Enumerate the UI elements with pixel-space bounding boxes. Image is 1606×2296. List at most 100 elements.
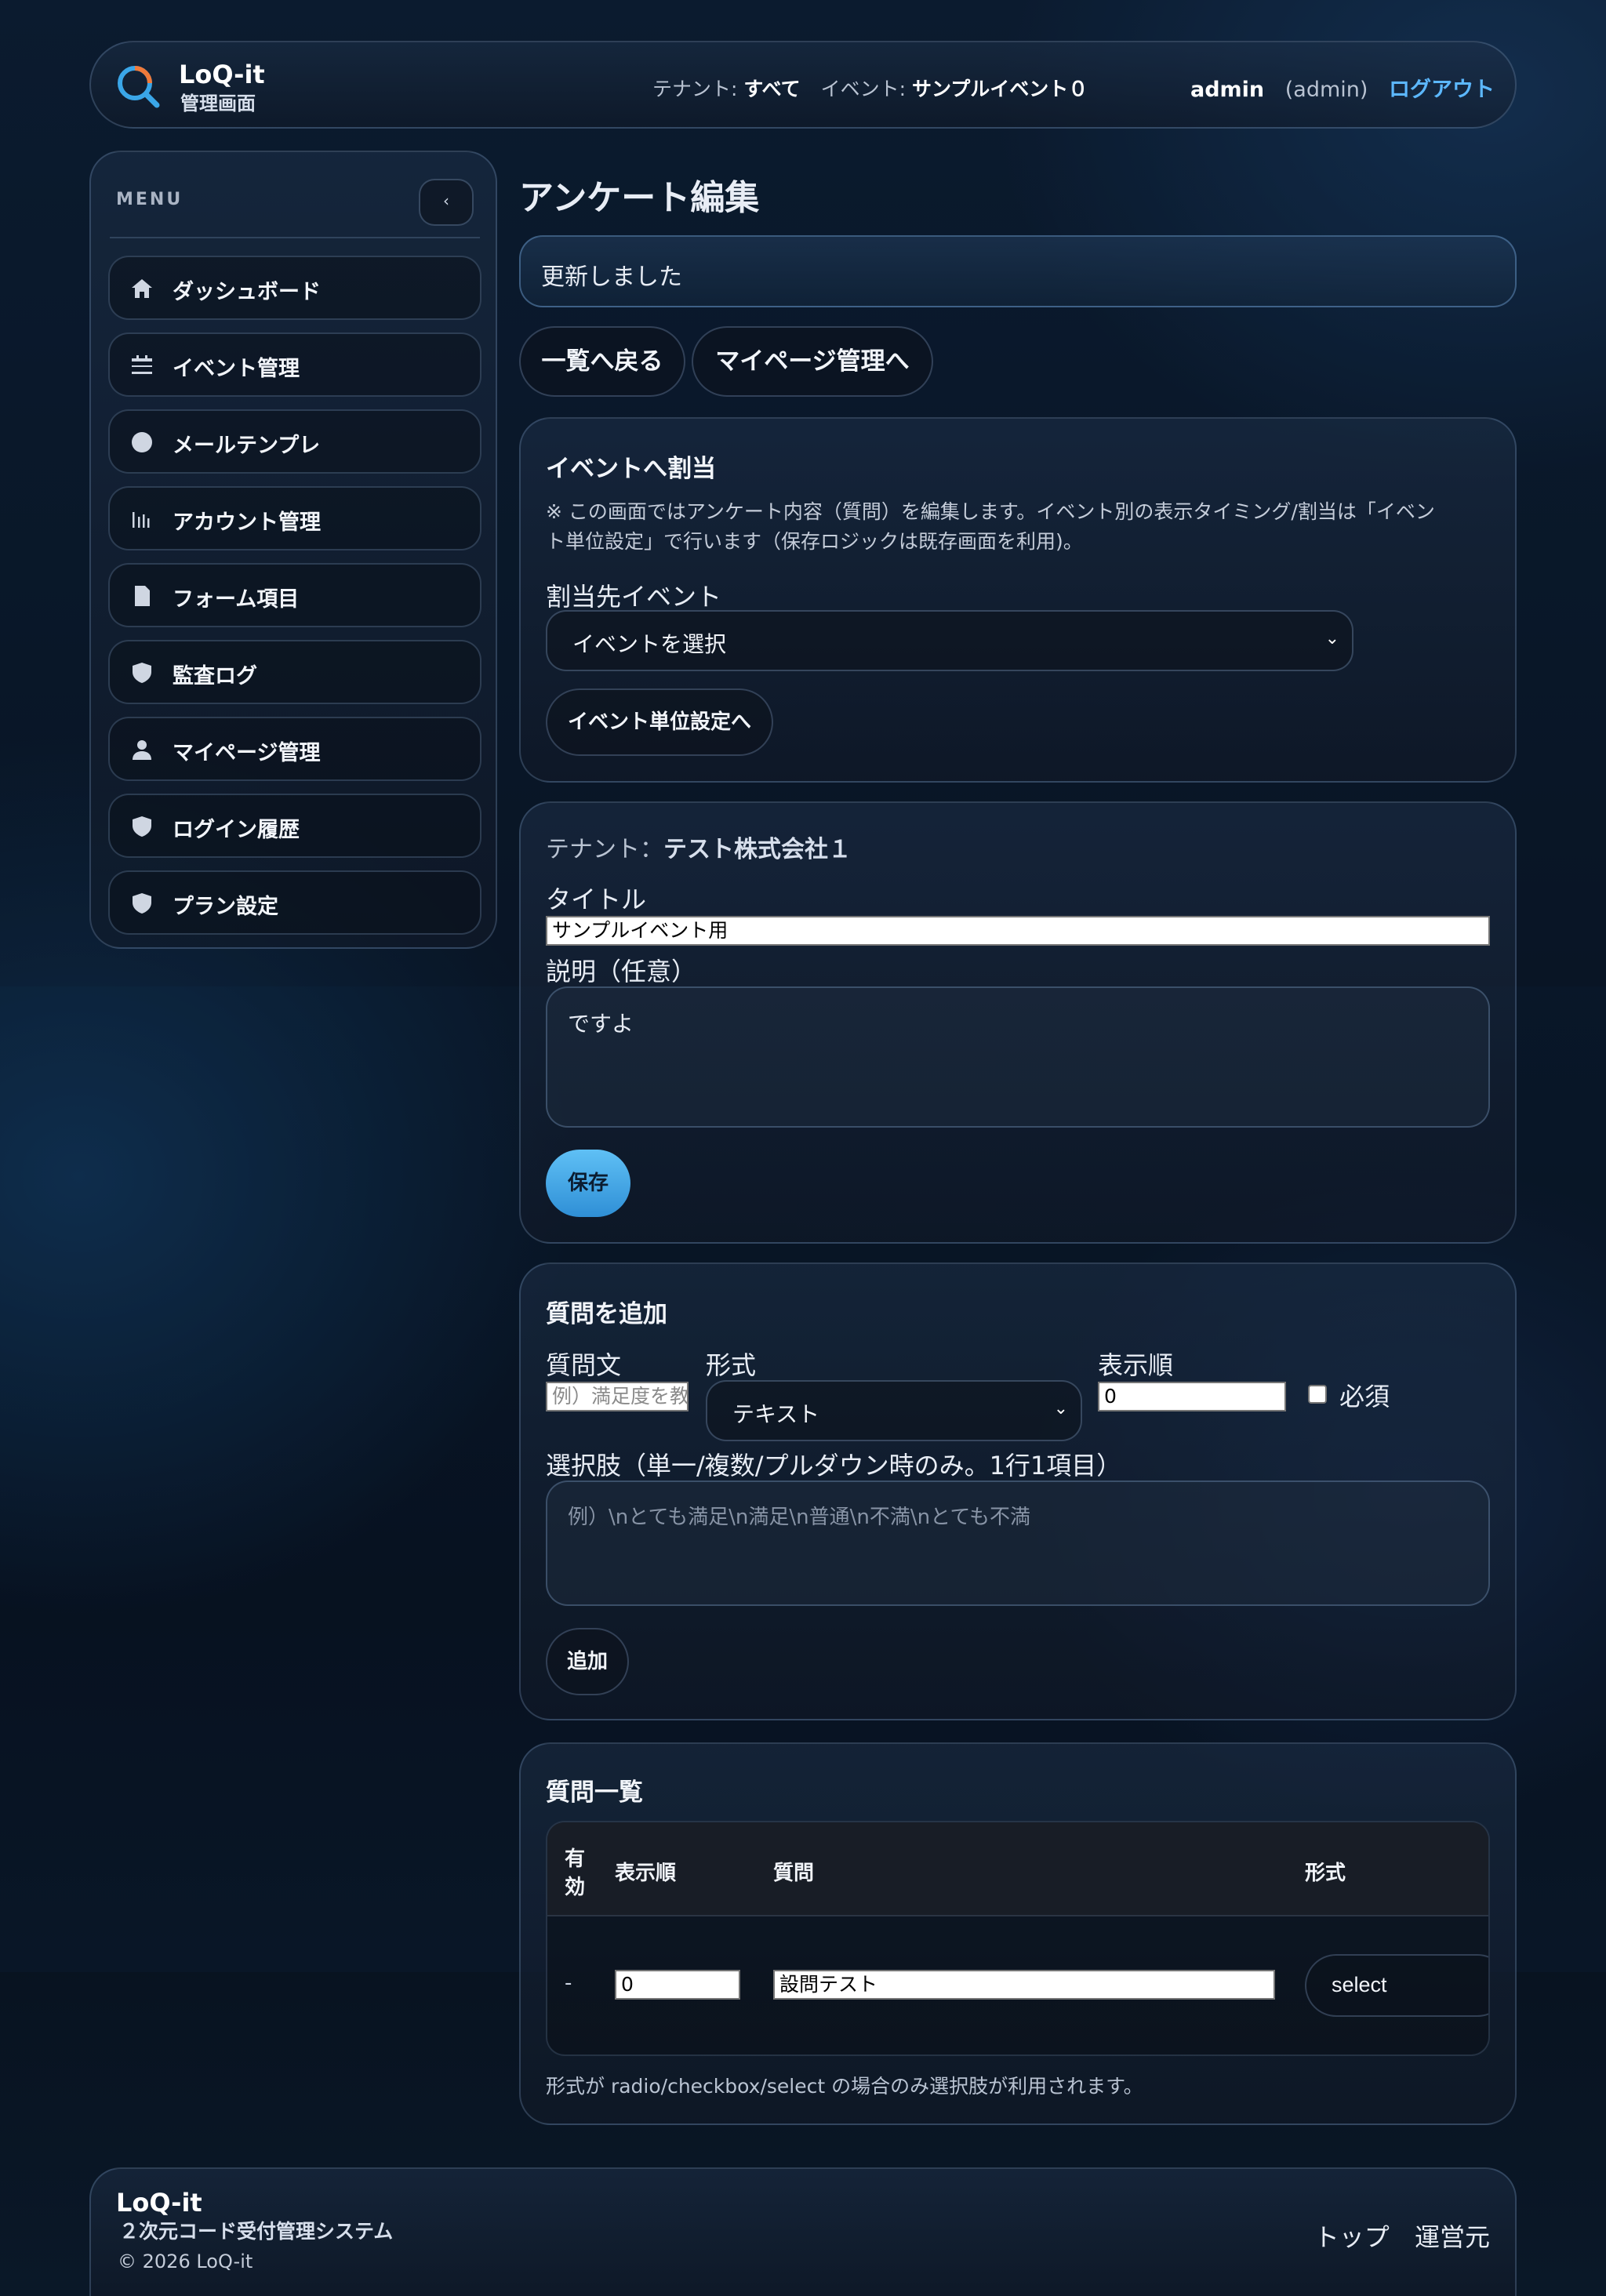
tenant-info-value: テスト株式会社１: [663, 836, 852, 863]
event-label: イベント:: [820, 78, 907, 100]
app-subtitle: 管理画面: [180, 93, 256, 114]
type-select-value: テキスト: [732, 1401, 820, 1427]
assign-note-line2: ト単位設定」で行います（保存ロジックは既存画面を利用)。: [546, 530, 1083, 553]
title-label: タイトル: [546, 885, 647, 914]
sidebar-item-label: マイページ管理: [173, 741, 321, 765]
mypage-management-button[interactable]: マイページ管理へ: [692, 326, 933, 397]
order-input[interactable]: 0: [1098, 1382, 1286, 1411]
user-name: admin: [1190, 78, 1265, 102]
title-input[interactable]: サンプルイベント用: [546, 916, 1490, 946]
sidebar-item-dashboard[interactable]: ダッシュボード: [108, 256, 481, 320]
menu-label: MENU: [116, 190, 183, 209]
shield-icon: [133, 663, 151, 683]
col-order: 表示順: [615, 1862, 677, 1885]
chevron-down-icon: ⌄: [1324, 629, 1339, 648]
sidebar-item-label: イベント管理: [173, 357, 300, 381]
flash-text: 更新しました: [541, 263, 682, 291]
options-textarea[interactable]: 例）\nとても満足\n満足\n普通\n不満\nとても不満: [546, 1480, 1490, 1606]
sidebar-collapse-button[interactable]: ‹: [419, 179, 474, 226]
sidebar-item-mail-templates[interactable]: メールテンプレ: [108, 409, 481, 474]
sidebar-item-label: メールテンプレ: [173, 434, 321, 458]
row-enabled: -: [565, 1971, 572, 1995]
sidebar-item-audit-log[interactable]: 監査ログ: [108, 640, 481, 704]
assign-note-line1: ※ この画面ではアンケート内容（質問）を編集します。イベント別の表示タイミング/…: [546, 500, 1435, 523]
event-settings-button[interactable]: イベント単位設定へ: [546, 688, 773, 756]
col-enabled-2: 効: [565, 1876, 586, 1899]
footer-subtitle: ２次元コード受付管理システム: [119, 2220, 394, 2243]
sidebar-item-login-history[interactable]: ログイン履歴: [108, 794, 481, 858]
tenant-info-label: テナント：: [546, 836, 663, 863]
logo-search-icon: [118, 66, 160, 108]
footer: LoQ-it ２次元コード受付管理システム © 2026 LoQ-it トップ …: [89, 2167, 1517, 2296]
bar-chart-icon: [133, 512, 150, 528]
chevron-down-icon: ⌄: [1053, 1399, 1068, 1419]
tenant-value: すべて: [743, 78, 801, 100]
sidebar-item-label: フォーム項目: [173, 587, 300, 612]
circle-icon: [132, 432, 152, 452]
col-enabled-1: 有: [565, 1847, 586, 1871]
sidebar-item-label: プラン設定: [173, 895, 278, 919]
row-type-value: select: [1332, 1973, 1387, 1996]
question-text-input[interactable]: 例）満足度を教: [546, 1382, 689, 1411]
top-header: LoQ-it 管理画面 テナント: すべて イベント: サンプルイベント０ ad…: [89, 41, 1517, 129]
row-order-input[interactable]: 0: [615, 1970, 740, 2000]
required-checkbox[interactable]: [1308, 1385, 1327, 1404]
document-icon: [135, 586, 150, 606]
shield-icon: [133, 816, 151, 837]
order-label: 表示順: [1098, 1350, 1174, 1380]
context-info: テナント: すべて イベント: サンプルイベント０: [652, 74, 1088, 102]
user-area: admin (admin) ログアウト: [1190, 72, 1495, 103]
assign-card-title: イベントへ割当: [546, 455, 716, 483]
question-text-label: 質問文: [546, 1350, 622, 1380]
footer-title: LoQ-it: [116, 2188, 202, 2218]
page-title: アンケート編集: [519, 178, 760, 218]
sidebar-item-label: 監査ログ: [173, 664, 257, 688]
assign-event-select[interactable]: イベントを選択 ⌄: [546, 610, 1353, 671]
user-icon: [133, 740, 151, 760]
options-placeholder: 例）\nとても満足\n満足\n普通\n不満\nとても不満: [568, 1506, 1031, 1529]
logout-link[interactable]: ログアウト: [1389, 78, 1495, 102]
shield-icon: [133, 893, 151, 914]
sidebar: MENU ‹ ダッシュボード イベント管理 メールテンプレ アカウント管理 フォ…: [89, 151, 497, 949]
tenant-info: テナント：テスト株式会社１: [546, 830, 852, 864]
description-text: ですよ: [568, 1011, 634, 1037]
tenant-label: テナント:: [652, 78, 738, 100]
back-to-list-button[interactable]: 一覧へ戻る: [519, 326, 685, 397]
sidebar-item-form-fields[interactable]: フォーム項目: [108, 563, 481, 627]
row-type-select[interactable]: select: [1305, 1954, 1488, 2017]
save-button[interactable]: 保存: [546, 1150, 630, 1217]
assign-event-label: 割当先イベント: [546, 582, 722, 612]
home-icon: [132, 279, 152, 298]
type-select[interactable]: テキスト ⌄: [706, 1380, 1082, 1441]
footer-link-top[interactable]: トップ: [1314, 2222, 1390, 2252]
sidebar-item-label: ダッシュボード: [173, 280, 321, 304]
question-list-title: 質問一覧: [546, 1778, 643, 1807]
footer-copyright: © 2026 LoQ-it: [118, 2251, 253, 2272]
type-label: 形式: [706, 1350, 757, 1380]
question-table: 有 効 表示順 質問 形式 - 0 設問テスト select: [546, 1821, 1490, 2056]
sidebar-item-mypage[interactable]: マイページ管理: [108, 717, 481, 781]
sidebar-item-plan-settings[interactable]: プラン設定: [108, 870, 481, 935]
footer-link-operator[interactable]: 運営元: [1415, 2222, 1490, 2252]
sidebar-item-label: ログイン履歴: [173, 818, 300, 842]
flash-message: 更新しました: [519, 235, 1517, 307]
calendar-icon: [132, 355, 152, 374]
row-question-input[interactable]: 設問テスト: [773, 1970, 1275, 2000]
sidebar-item-label: アカウント管理: [173, 510, 321, 535]
description-textarea[interactable]: ですよ: [546, 986, 1490, 1128]
footer-links: トップ 運営元: [1314, 2218, 1490, 2254]
sidebar-item-events[interactable]: イベント管理: [108, 332, 481, 397]
menu-divider: [110, 237, 480, 238]
table-header: 有 効 表示順 質問 形式: [547, 1822, 1488, 1916]
col-question: 質問: [773, 1862, 815, 1885]
required-label: 必須: [1339, 1382, 1390, 1411]
event-value: サンプルイベント０: [912, 78, 1088, 100]
add-question-button[interactable]: 追加: [546, 1628, 629, 1695]
sidebar-item-accounts[interactable]: アカウント管理: [108, 486, 481, 550]
type-footnote: 形式が radio/checkbox/select の場合のみ選択肢が利用されま…: [546, 2075, 1143, 2098]
add-question-title: 質問を追加: [546, 1300, 667, 1328]
options-label: 選択肢（単一/複数/プルダウン時のみ。1行1項目）: [546, 1451, 1122, 1480]
app-name: LoQ-it: [179, 60, 265, 89]
col-type: 形式: [1305, 1862, 1346, 1885]
assign-event-select-value: イベントを選択: [572, 631, 727, 657]
